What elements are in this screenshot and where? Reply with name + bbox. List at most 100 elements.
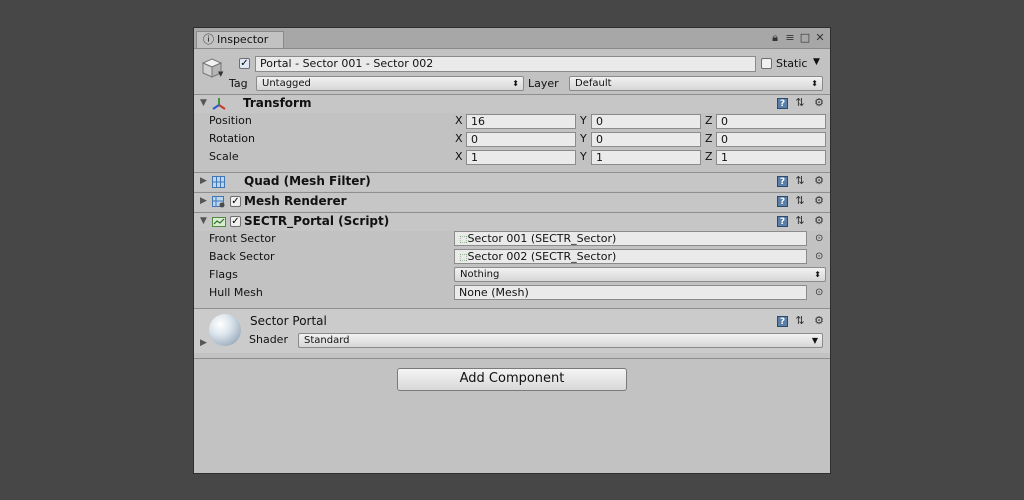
gear-icon[interactable]: ⚙ xyxy=(812,96,826,110)
tab-inspector[interactable]: ⓘ Inspector xyxy=(196,31,284,48)
gameobject-dropdown-arrow[interactable]: ▼ xyxy=(218,70,223,78)
rotation-x-field[interactable]: 0 xyxy=(466,132,576,147)
position-x-field[interactable]: 16 xyxy=(466,114,576,129)
shader-value: Standard xyxy=(304,335,350,346)
mesh-renderer-icon xyxy=(212,196,225,211)
info-icon: ⓘ xyxy=(203,33,214,46)
back-sector-field[interactable]: ⬚Sector 002 (SECTR_Sector) xyxy=(454,249,807,264)
static-dropdown-icon[interactable]: ▼ xyxy=(813,57,820,67)
object-picker-icon[interactable]: ⊙ xyxy=(815,287,823,298)
lock-icon[interactable]: 🔒︎ xyxy=(769,31,781,45)
scale-z-field[interactable]: 1 xyxy=(716,150,826,165)
transform-icon xyxy=(212,98,226,113)
hull-mesh-label: Hull Mesh xyxy=(209,286,263,299)
rotation-z-field[interactable]: 0 xyxy=(716,132,826,147)
shader-label: Shader xyxy=(249,333,288,346)
shader-dropdown[interactable]: Standard ▼ xyxy=(298,333,823,348)
gameobject-name-field[interactable]: Portal - Sector 001 - Sector 002 xyxy=(255,56,756,72)
transform-title: Transform xyxy=(243,96,312,110)
axis-z-label: Z xyxy=(705,132,713,145)
axis-x-label: X xyxy=(455,132,463,145)
gear-icon[interactable]: ⚙ xyxy=(812,214,826,228)
object-picker-icon[interactable]: ⊙ xyxy=(815,251,823,262)
portal-enabled-checkbox[interactable]: ✓ xyxy=(230,216,241,227)
static-checkbox[interactable] xyxy=(761,58,772,69)
hull-mesh-field[interactable]: None (Mesh) xyxy=(454,285,807,300)
gear-icon[interactable]: ⚙ xyxy=(812,314,826,328)
back-sector-label: Back Sector xyxy=(209,250,275,263)
component-header-icons: ? ⇅ ⚙ xyxy=(777,214,826,228)
updown-icon: ⬍ xyxy=(811,79,818,88)
flags-label: Flags xyxy=(209,268,238,281)
rotation-y-field[interactable]: 0 xyxy=(591,132,701,147)
mesh-filter-header[interactable]: ▶ Quad (Mesh Filter) ? ⇅ ⚙ xyxy=(194,172,830,191)
material-preview-sphere xyxy=(209,314,241,346)
mesh-filter-icon xyxy=(212,176,225,191)
help-icon[interactable]: ? xyxy=(777,195,788,207)
tag-label: Tag xyxy=(229,77,248,90)
axis-z-label: Z xyxy=(705,114,713,127)
position-y-field[interactable]: 0 xyxy=(591,114,701,129)
object-picker-icon[interactable]: ⊙ xyxy=(815,233,823,244)
front-sector-value: Sector 001 (SECTR_Sector) xyxy=(467,232,617,245)
position-z-field[interactable]: 0 xyxy=(716,114,826,129)
transform-header[interactable]: ▼ Transform ? ⇅ ⚙ xyxy=(194,94,830,113)
dropdown-arrow-icon: ▼ xyxy=(811,336,818,345)
component-header-icons: ? ⇅ ⚙ xyxy=(777,194,826,208)
position-label: Position xyxy=(209,114,252,127)
preset-icon[interactable]: ⇅ xyxy=(793,194,807,208)
preset-icon[interactable]: ⇅ xyxy=(793,174,807,188)
layer-value: Default xyxy=(575,78,612,89)
bottom-separator xyxy=(194,358,830,359)
axis-y-label: Y xyxy=(580,132,587,145)
mesh-renderer-title: Mesh Renderer xyxy=(244,194,347,208)
close-icon[interactable]: ✕ xyxy=(814,31,826,45)
layer-label: Layer xyxy=(528,77,559,90)
foldout-expanded-icon[interactable]: ▼ xyxy=(200,95,207,112)
menu-icon[interactable]: ≡ xyxy=(784,31,796,45)
preset-icon[interactable]: ⇅ xyxy=(793,96,807,110)
foldout-collapsed-icon[interactable]: ▶ xyxy=(200,338,207,348)
front-sector-field[interactable]: ⬚Sector 001 (SECTR_Sector) xyxy=(454,231,807,246)
gear-icon[interactable]: ⚙ xyxy=(812,194,826,208)
preset-icon[interactable]: ⇅ xyxy=(793,214,807,228)
axis-y-label: Y xyxy=(580,114,587,127)
static-label: Static xyxy=(776,57,808,70)
gameobject-active-checkbox[interactable]: ✓ xyxy=(239,58,250,69)
script-icon: ⬚ xyxy=(459,235,468,245)
portal-script-title: SECTR_Portal (Script) xyxy=(244,214,390,228)
updown-icon: ⬍ xyxy=(814,270,821,279)
updown-icon: ⬍ xyxy=(512,79,519,88)
flags-dropdown[interactable]: Nothing ⬍ xyxy=(454,267,826,282)
axis-x-label: X xyxy=(455,114,463,127)
help-icon[interactable]: ? xyxy=(777,315,788,327)
foldout-collapsed-icon[interactable]: ▶ xyxy=(200,173,207,190)
axis-y-label: Y xyxy=(580,150,587,163)
back-sector-value: Sector 002 (SECTR_Sector) xyxy=(467,250,617,263)
flags-value: Nothing xyxy=(460,269,500,280)
portal-script-header[interactable]: ▼ ✓ SECTR_Portal (Script) ? ⇅ ⚙ xyxy=(194,212,830,231)
scale-y-field[interactable]: 1 xyxy=(591,150,701,165)
mesh-renderer-header[interactable]: ▶ ✓ Mesh Renderer ? ⇅ ⚙ xyxy=(194,192,830,211)
maximize-icon[interactable]: □ xyxy=(799,31,811,45)
gear-icon[interactable]: ⚙ xyxy=(812,174,826,188)
layer-dropdown[interactable]: Default ⬍ xyxy=(569,76,823,91)
help-icon[interactable]: ? xyxy=(777,97,788,109)
foldout-collapsed-icon[interactable]: ▶ xyxy=(200,193,207,210)
add-component-button[interactable]: Add Component xyxy=(397,368,627,391)
tab-label: Inspector xyxy=(217,33,269,46)
preset-icon[interactable]: ⇅ xyxy=(793,314,807,328)
rotation-label: Rotation xyxy=(209,132,256,145)
material-header-icons: ? ⇅ ⚙ xyxy=(777,314,826,328)
foldout-expanded-icon[interactable]: ▼ xyxy=(200,213,207,230)
mesh-filter-title: Quad (Mesh Filter) xyxy=(244,174,371,188)
mesh-renderer-enabled-checkbox[interactable]: ✓ xyxy=(230,196,241,207)
component-header-icons: ? ⇅ ⚙ xyxy=(777,174,826,188)
scale-x-field[interactable]: 1 xyxy=(466,150,576,165)
help-icon[interactable]: ? xyxy=(777,175,788,187)
help-icon[interactable]: ? xyxy=(777,215,788,227)
tag-dropdown[interactable]: Untagged ⬍ xyxy=(256,76,524,91)
tag-value: Untagged xyxy=(262,78,311,89)
material-name: Sector Portal xyxy=(250,314,327,328)
tab-bar: ⓘ Inspector 🔒︎ ≡ □ ✕ xyxy=(194,28,830,49)
